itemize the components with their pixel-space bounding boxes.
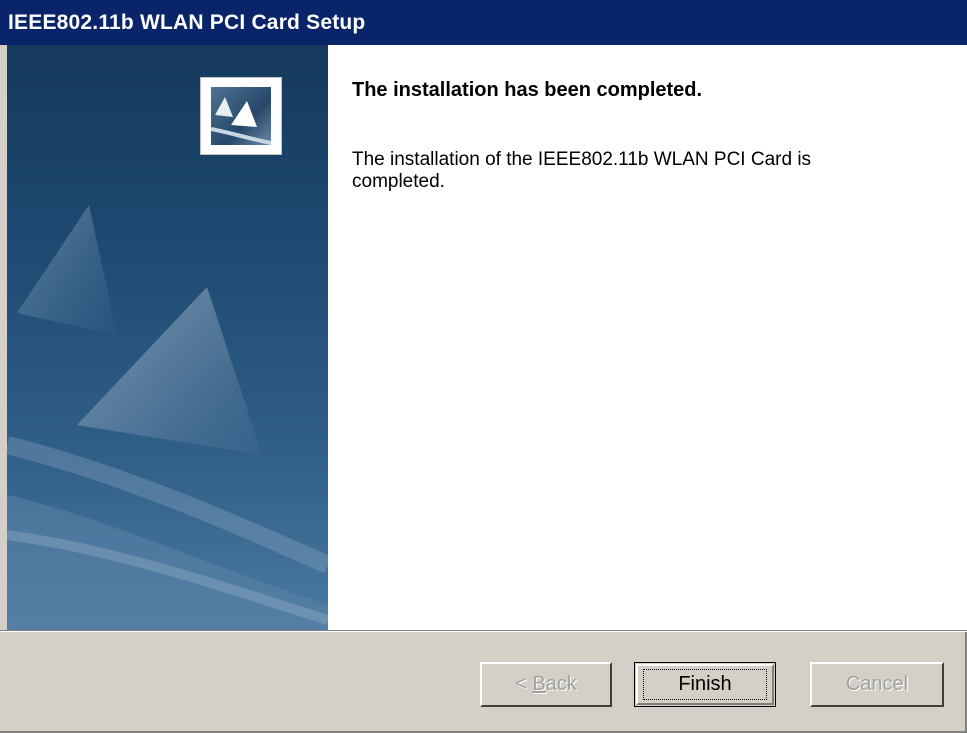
back-button-label: ack [545,673,577,695]
finish-button-face: Finish [636,664,774,705]
title-bar[interactable]: IEEE802.11b WLAN PCI Card Setup [0,0,967,45]
back-button[interactable]: < Back [480,662,612,707]
footer-separator-highlight [0,631,967,632]
wizard-content-pane: The installation has been completed. The… [328,45,967,630]
cancel-button-label: Cancel [845,673,909,695]
finish-button[interactable]: Finish [634,662,776,707]
back-button-prefix: < [515,673,533,695]
setup-logo-icon [200,77,282,155]
back-button-mnemonic: B [532,673,546,695]
wizard-sidebar-banner [7,45,328,630]
setup-dialog-window: IEEE802.11b WLAN PCI Card Setup The inst… [0,0,967,733]
completion-message: The installation of the IEEE802.11b WLAN… [352,149,812,192]
window-title: IEEE802.11b WLAN PCI Card Setup [8,11,366,34]
completion-heading: The installation has been completed. [352,79,703,101]
finish-button-label: Finish [643,669,767,700]
cancel-button[interactable]: Cancel [810,662,944,707]
logo-image [211,87,271,145]
